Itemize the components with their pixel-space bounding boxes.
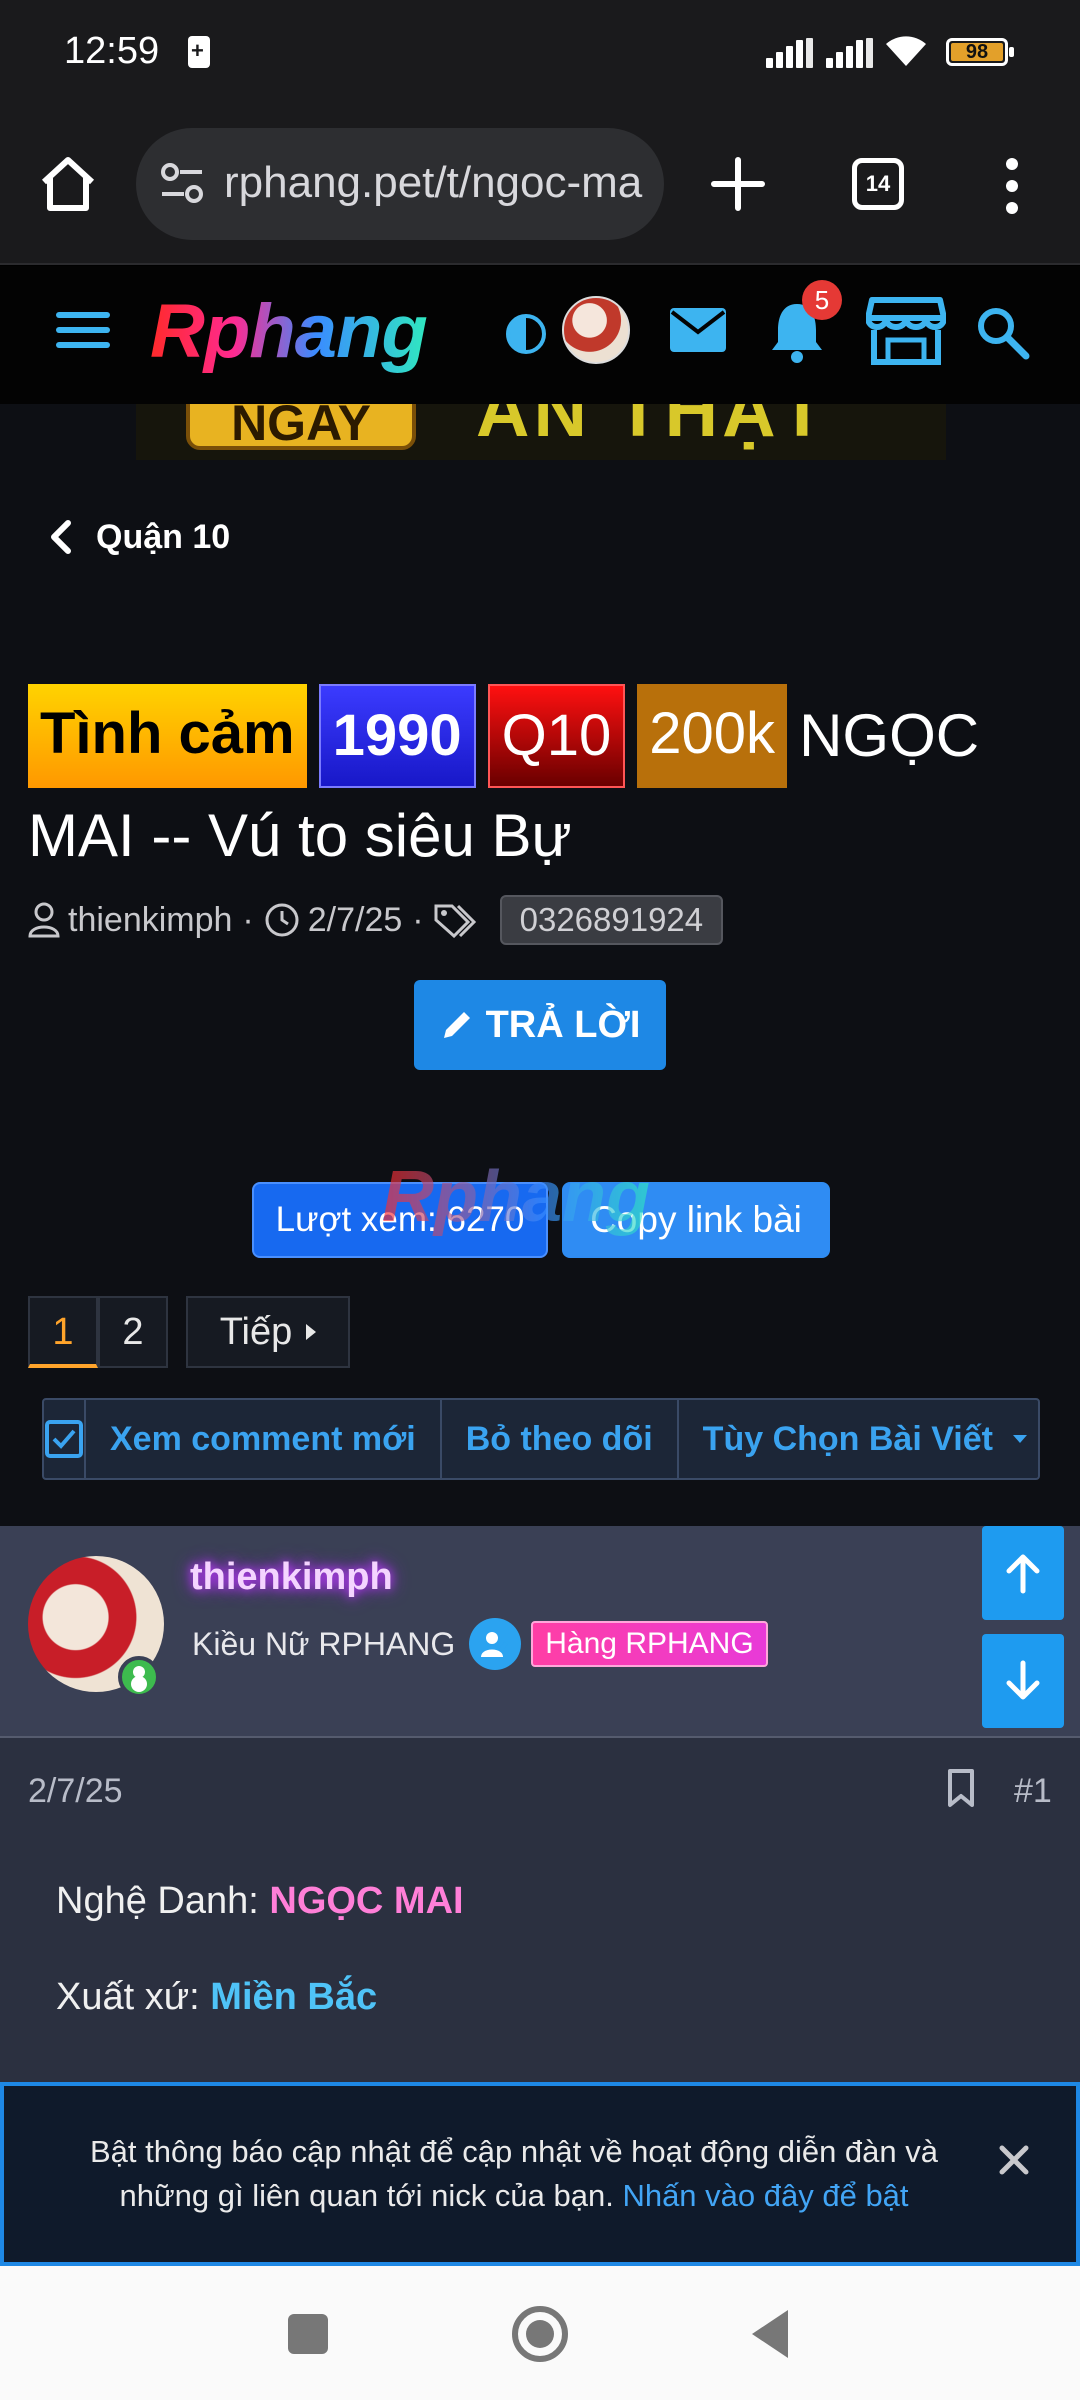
post-header: thienkimph Kiều Nữ RPHANG Hàng RPHANG [0,1526,1080,1738]
battery-icon: 98 [946,38,1014,66]
next-page-label: Tiếp [219,1310,293,1353]
next-page-button[interactable]: Tiếp [186,1296,350,1368]
arrow-down-icon [1006,1660,1040,1700]
pagination: 1 2 Tiếp [28,1296,350,1368]
search-icon[interactable] [974,304,1030,360]
poster-username[interactable]: thienkimph [190,1556,393,1599]
origin-value: Miền Bắc [210,1976,378,2018]
post-date[interactable]: 2/7/25 [28,1772,123,1811]
reply-button[interactable]: TRẢ LỜI [414,980,666,1070]
thread-meta: thienkimph · 2/7/25 · 0326891924 [28,892,724,948]
stage-name-value: NGỌC MAI [269,1880,464,1922]
thread-options-label: Tùy Chọn Bài Viết [702,1419,993,1458]
thread-author[interactable]: thienkimph [68,901,232,940]
member-badge: Hàng RPHANG [531,1621,768,1667]
post-number[interactable]: #1 [1014,1772,1052,1811]
tag-district: Q10 [487,684,626,788]
checkbox-icon [45,1420,83,1458]
new-comments-link[interactable]: Xem comment mới [86,1400,442,1478]
chevron-down-icon [1012,1435,1027,1443]
origin-label: Xuất xứ: [56,1976,200,2018]
caret-right-icon [306,1324,317,1340]
page-2[interactable]: 2 [98,1296,168,1368]
ad-banner[interactable]: NGAY AN THẬT [136,404,946,460]
notification-text: Bật thông báo cập nhật để cập nhật về ho… [64,2130,964,2218]
post-body-line: Nghệ Danh: NGỌC MAI [56,1880,464,1923]
system-nav-bar [0,2266,1080,2400]
browser-toolbar: rphang.pet/t/ngoc-mai 14 [0,110,1080,265]
user-icon [28,902,60,938]
thread-content: NGAY AN THẬT Quận 10 Tình cảm 1990 Q10 200k… [0,404,1080,1526]
thread-title: Tình cảm 1990 Q10 200k NGỌC MAI -- Vú to siê… [28,684,1058,884]
tag-year: 1990 [318,684,476,788]
enable-notifications-link[interactable]: Nhấn vào đây để bật [622,2178,908,2213]
reply-label: TRẢ LỜI [485,1003,641,1046]
post-body-line: Xuất xứ: Miền Bắc [56,1976,377,2019]
url-text[interactable]: rphang.pet/t/ngoc-mai [224,158,644,208]
poster-rank-text: Kiều Nữ RPHANG [192,1625,456,1662]
theme-toggle-icon[interactable] [506,314,546,354]
phone-tag[interactable]: 0326891924 [499,895,724,945]
home-button-icon[interactable] [512,2306,568,2362]
status-time: 12:59 [64,30,160,72]
unfollow-link[interactable]: Bỏ theo dõi [442,1400,679,1478]
signal-icon-2 [826,38,873,68]
tags-icon [434,904,476,938]
home-icon[interactable] [36,152,100,216]
post: thienkimph Kiều Nữ RPHANG Hàng RPHANG 2/… [0,1526,1080,2082]
stage-name-label: Nghệ Danh: [56,1880,259,1922]
site-header: Rphang [0,266,1080,404]
tab-switcher-button[interactable]: 14 [852,158,904,210]
clock-icon [265,903,299,937]
site-logo[interactable]: Rphang [150,288,428,375]
recent-apps-icon[interactable] [288,2314,328,2354]
notification-count-badge: 5 [802,280,842,320]
breadcrumb[interactable]: Quận 10 [46,512,230,562]
page-1[interactable]: 1 [28,1296,98,1368]
thread-options-dropdown[interactable]: Tùy Chọn Bài Viết [679,1400,1051,1478]
scroll-up-button[interactable] [982,1526,1064,1620]
status-bar: 12:59 98 [0,0,1080,110]
new-tab-icon[interactable] [708,154,768,214]
thread-date[interactable]: 2/7/25 [308,901,403,940]
thread-actions: Xem comment mới Bỏ theo dõi Tùy Chọn Bài… [42,1398,1040,1480]
scroll-down-button[interactable] [982,1634,1064,1728]
verified-user-icon [469,1618,522,1670]
poster-rank: Kiều Nữ RPHANG Hàng RPHANG [192,1618,768,1670]
banner-left-text: NGAY [186,404,416,451]
notification-prompt: Bật thông báo cập nhật để cập nhật về ho… [0,2082,1080,2266]
site-settings-icon[interactable] [158,162,206,206]
bookmark-icon[interactable] [946,1768,976,1808]
arrow-up-icon [1006,1554,1040,1594]
signal-icon [766,38,813,68]
tag-category: Tình cảm [28,684,307,788]
battery-level: 98 [951,42,1003,62]
close-icon[interactable] [996,2142,1032,2178]
browser-menu-icon[interactable] [1000,154,1024,218]
avatar[interactable] [562,296,630,364]
select-checkbox[interactable] [44,1400,86,1478]
store-icon[interactable] [866,296,946,366]
mail-icon[interactable] [668,306,728,354]
banner-right-text: AN THẬT [476,404,829,452]
address-bar[interactable]: rphang.pet/t/ngoc-mai [136,128,664,240]
watermark-logo: Rphang [382,1157,650,1237]
chevron-left-icon [51,520,71,554]
menu-icon[interactable] [56,312,110,354]
tag-price: 200k [637,684,788,788]
pencil-icon [443,1012,470,1038]
sim-icon [188,36,210,68]
back-icon[interactable] [752,2310,788,2358]
breadcrumb-label[interactable]: Quận 10 [96,518,230,557]
wifi-icon [886,36,926,66]
online-status-icon [118,1656,160,1698]
